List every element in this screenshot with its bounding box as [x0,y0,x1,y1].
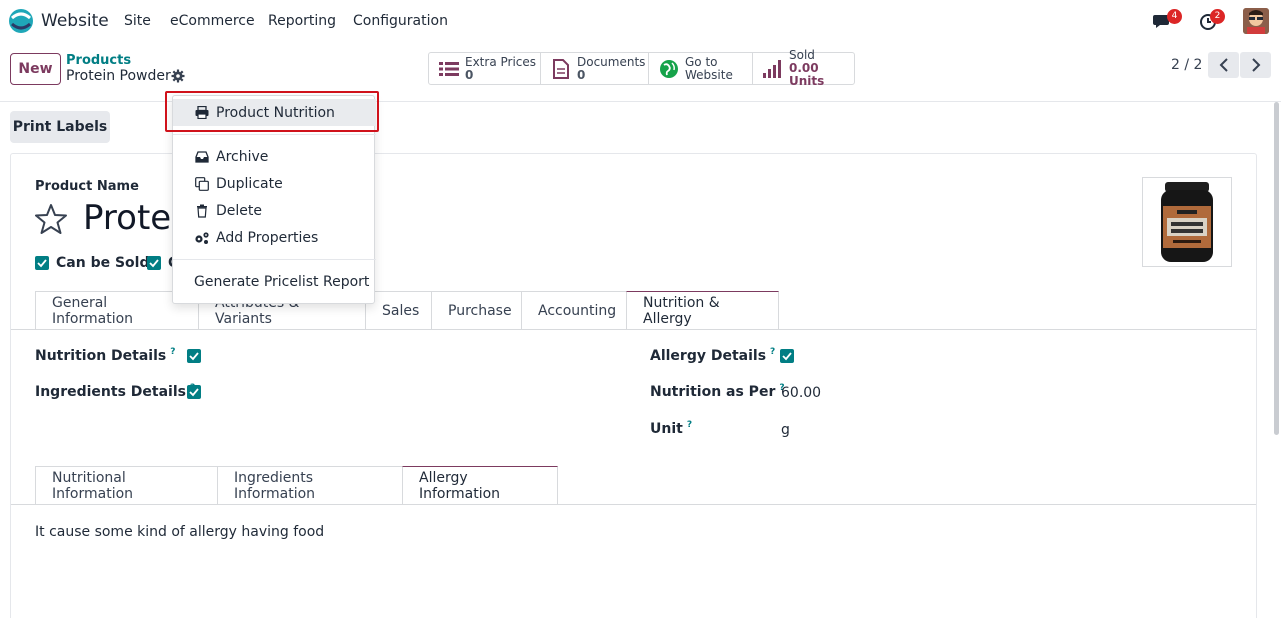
menu-item-generate-pricelist-report[interactable]: Generate Pricelist Report [173,268,376,295]
product-name-label: Product Name [35,179,139,194]
subtab-ingredients-information[interactable]: Ingredients Information [217,466,402,504]
website-label: Website [685,67,733,82]
allergy-information-text[interactable]: It cause some kind of allergy having foo… [35,524,324,540]
ingredients-details-label: Ingredients Details? [35,383,195,400]
menu-divider [173,259,376,260]
nutrition-as-per-label: Nutrition as Per? [650,383,785,400]
ingredients-details-text: Ingredients Details [35,384,186,400]
duplicate-icon [194,176,210,191]
documents-label: Documents [577,54,646,69]
breadcrumb-products[interactable]: Products [66,53,131,68]
document-icon [551,58,571,79]
extra-prices-value: 0 [465,67,474,82]
can-be-sold-checkbox[interactable] [35,256,49,270]
subtabs-divider [11,504,1256,505]
menu-site[interactable]: Site [124,13,151,29]
unit-field[interactable]: g [781,422,790,438]
help-tooltip-icon[interactable]: ? [687,420,692,430]
menu-ecommerce[interactable]: eCommerce [170,13,255,29]
nutrition-details-checkbox[interactable] [187,349,201,363]
go-to-website-button[interactable]: Go to Website [649,53,753,84]
subtab-nutritional-information[interactable]: Nutritional Information [35,466,217,504]
smart-buttons: Extra Prices 0 Documents 0 Go to Website So… [428,49,855,88]
cogs-icon [194,231,210,245]
menu-item-delete[interactable]: Delete [173,197,376,224]
globe-icon [659,59,679,79]
new-button[interactable]: New [10,53,61,85]
unit-text: Unit [650,421,683,437]
documents-button[interactable]: Documents 0 [541,53,649,84]
activity-badge: 2 [1210,9,1225,24]
menu-item-label: Duplicate [216,175,283,192]
menu-item-label: Delete [216,202,262,219]
print-labels-button[interactable]: Print Labels [10,111,110,143]
tabs-divider [11,329,1256,330]
menu-divider [173,134,376,135]
archive-icon [194,150,210,164]
help-tooltip-icon[interactable]: ? [770,347,775,357]
menu-configuration[interactable]: Configuration [353,13,448,29]
product-name-field[interactable]: Protei [83,198,181,238]
extra-prices-label: Extra Prices [465,54,537,69]
menu-reporting[interactable]: Reporting [268,13,336,29]
sold-value: 0.00 Units [789,61,825,88]
top-navbar: Website Site eCommerce Reporting Configu… [0,0,1281,42]
nutrition-as-per-field[interactable]: 60.00 [781,385,821,401]
menu-item-label: Archive [216,148,269,165]
menu-item-add-properties[interactable]: Add Properties [173,224,376,251]
website-app-icon[interactable] [8,8,34,34]
can-be-purchased-checkbox[interactable] [147,256,161,270]
product-image[interactable] [1142,177,1232,267]
trash-icon [194,204,210,218]
documents-value: 0 [577,67,586,82]
allergy-details-checkbox[interactable] [780,349,794,363]
extra-prices-button[interactable]: Extra Prices 0 [429,53,541,84]
chevron-right-icon [1251,58,1260,72]
sub-tabs: Nutritional Information Ingredients Info… [35,466,558,504]
ingredients-details-checkbox[interactable] [187,385,201,399]
breadcrumb-current: Protein Powder [66,68,171,84]
pager-next-button[interactable] [1240,52,1271,78]
pager-previous-button[interactable] [1208,52,1239,78]
tab-purchase[interactable]: Purchase [431,291,521,329]
can-be-sold-label: Can be Sold [56,255,150,271]
menu-item-archive[interactable]: Archive [173,143,376,170]
star-icon[interactable] [35,203,67,235]
go-to-label: Go to [685,54,718,69]
nutrition-details-label: Nutrition Details? [35,347,175,364]
pager-value[interactable]: 2 / 2 [1171,57,1202,73]
app-name[interactable]: Website [41,11,109,31]
unit-label: Unit? [650,420,692,437]
allergy-details-label: Allergy Details? [650,347,775,364]
subtab-allergy-information[interactable]: Allergy Information [402,466,558,504]
menu-item-duplicate[interactable]: Duplicate [173,170,376,197]
bar-chart-icon [763,59,783,79]
page-scrollbar[interactable] [1274,102,1279,435]
nutrition-details-text: Nutrition Details [35,348,167,364]
messages-badge: 4 [1167,9,1182,24]
list-icon [439,59,459,79]
allergy-details-text: Allergy Details [650,348,767,364]
tab-nutrition-allergy[interactable]: Nutrition & Allergy [626,291,779,329]
main-tabs: General Information Attributes & Variant… [35,291,779,329]
help-tooltip-icon[interactable]: ? [170,347,175,357]
tab-accounting[interactable]: Accounting [521,291,626,329]
user-avatar[interactable] [1243,8,1269,34]
nutrition-as-per-text: Nutrition as Per [650,384,776,400]
sold-button[interactable]: Sold 0.00 Units [753,49,854,88]
gear-icon[interactable] [171,69,185,83]
menu-item-label: Add Properties [216,229,319,246]
highlight-annotation-box [165,91,379,132]
chevron-left-icon [1219,58,1228,72]
menu-item-label: Generate Pricelist Report [194,273,370,290]
